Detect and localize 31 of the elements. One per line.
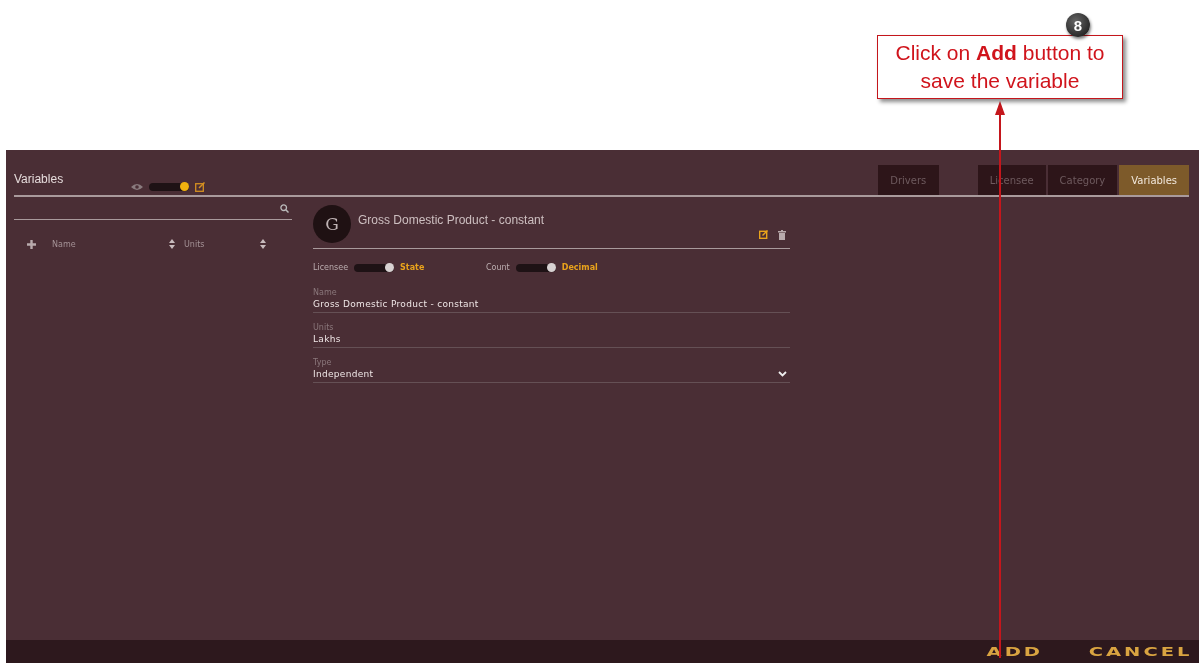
tab[interactable]: Variables <box>1119 165 1189 195</box>
edit-icon[interactable] <box>195 182 206 192</box>
switch-label: Count <box>486 263 510 272</box>
column-header: Units <box>184 239 206 249</box>
field-label: Units <box>313 323 335 332</box>
switch[interactable] <box>354 263 395 272</box>
footer-button[interactable]: CANCEL <box>1073 644 1200 659</box>
panel-title: Variables <box>14 172 64 188</box>
switch-value: State <box>400 263 425 272</box>
field-label: Name <box>313 288 338 297</box>
trash-icon[interactable] <box>778 230 786 240</box>
avatar: G <box>313 205 351 243</box>
dropdown[interactable]: Independent <box>313 367 790 382</box>
edit-icon[interactable] <box>759 230 768 239</box>
switch-label: Licensee <box>313 263 349 272</box>
input-field[interactable]: Gross Domestic Product - constant <box>313 297 790 312</box>
eye-icon <box>131 183 144 191</box>
field-label: Type <box>313 358 333 367</box>
input-field[interactable]: Lakhs <box>313 332 790 347</box>
callout-text: Click on Add button to save the variable <box>877 35 1123 99</box>
variable-title: Gross Domestic Product - constant <box>358 213 545 229</box>
view-toggle[interactable] <box>149 183 190 191</box>
search-icon <box>280 203 289 213</box>
sort-icon[interactable] <box>169 239 175 249</box>
add-icon[interactable] <box>27 239 36 249</box>
switch-value: Decimal <box>561 263 598 272</box>
step-badge: 8 <box>1066 13 1090 37</box>
column-header: Name <box>52 239 77 249</box>
sort-icon[interactable] <box>260 239 266 249</box>
chevron-icon <box>778 371 787 377</box>
switch[interactable] <box>515 263 556 272</box>
